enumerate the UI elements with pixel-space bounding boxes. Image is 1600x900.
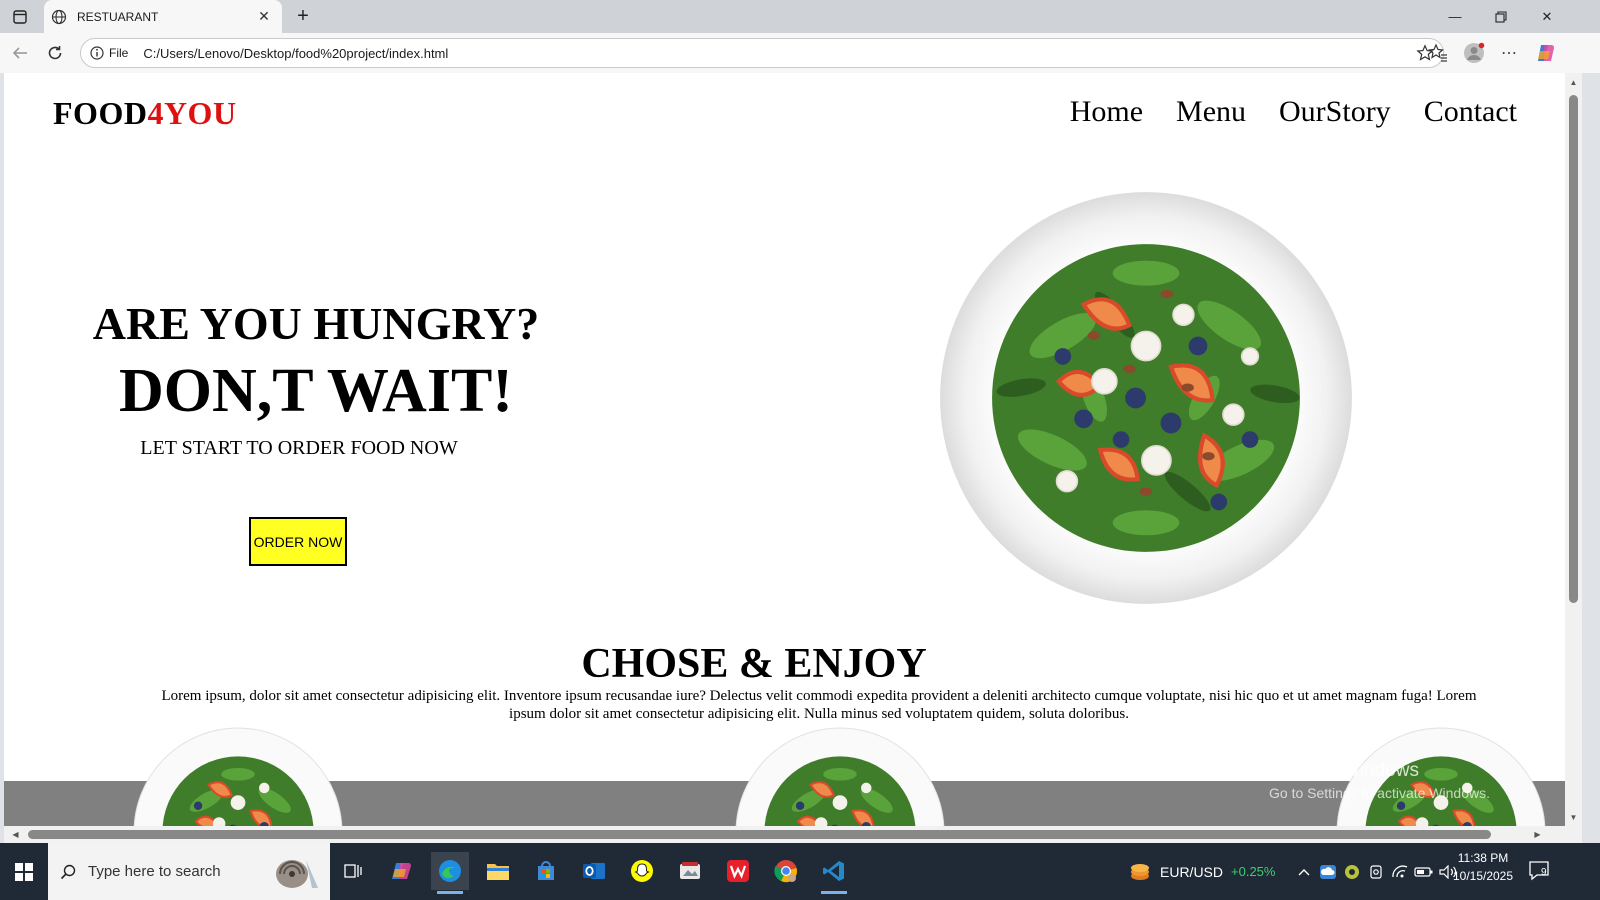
notification-count: 9 [1541, 867, 1547, 878]
hero-subheading: DON,T WAIT! [119, 357, 513, 425]
order-now-button[interactable]: ORDER NOW [249, 517, 347, 566]
photos-app-icon[interactable] [671, 852, 709, 890]
open-app-indicator [821, 891, 847, 894]
site-logo[interactable]: FOOD4YOU [53, 95, 237, 132]
vscode-icon[interactable] [815, 852, 853, 894]
hero-heading: ARE YOU HUNGRY? [92, 298, 540, 349]
address-url[interactable]: C:/Users/Lenovo/Desktop/food%20project/i… [143, 46, 1415, 61]
nav-contact[interactable]: Contact [1424, 95, 1517, 129]
tab-actions-icon[interactable] [9, 6, 31, 28]
active-app-indicator [437, 891, 463, 894]
taskbar-search[interactable]: Type here to search [48, 843, 330, 900]
favorites-icon[interactable] [1426, 41, 1450, 65]
section-text: Lorem ipsum, dolor sit amet consectetur … [161, 688, 1477, 722]
salad-plate-image [940, 192, 1352, 604]
notification-center-icon[interactable]: 9 [1524, 855, 1554, 885]
wifi-icon[interactable] [1388, 860, 1412, 884]
system-tray [1292, 843, 1460, 900]
activation-watermark-title: Activate Windows [1269, 760, 1419, 781]
new-tab-icon[interactable]: + [292, 5, 314, 27]
restore-icon[interactable] [1478, 0, 1524, 33]
activation-watermark-subtitle: Go to Settings to activate Windows. [1269, 785, 1490, 801]
vertical-scroll-thumb[interactable] [1569, 95, 1578, 603]
back-icon[interactable] [8, 41, 32, 65]
horizontal-scrollbar[interactable]: ◀ ▶ [4, 826, 1565, 843]
meet-now-icon[interactable] [1364, 860, 1388, 884]
scroll-right-icon[interactable]: ▶ [1532, 829, 1543, 840]
scroll-down-icon[interactable]: ▼ [1568, 812, 1579, 823]
ticker-pair: EUR/USD [1160, 863, 1224, 880]
snapchat-icon[interactable] [623, 852, 661, 890]
nav-menu[interactable]: Menu [1176, 95, 1246, 129]
hero-tagline: LET START TO ORDER FOOD NOW [140, 437, 458, 459]
globe-icon [51, 9, 67, 25]
currency-coins-icon [1131, 863, 1149, 880]
tab-title: RESTUARANT [77, 9, 159, 24]
battery-icon[interactable] [1412, 860, 1436, 884]
app-tray-icon[interactable] [1340, 860, 1364, 884]
search-highlight-image [276, 859, 318, 888]
vertical-scrollbar[interactable]: ▲ ▼ [1565, 73, 1582, 843]
taskbar-clock[interactable]: 11:38 PM 10/15/2025 [1452, 849, 1514, 885]
logo-accent: 4YOU [147, 95, 237, 131]
logo-main: FOOD [53, 95, 148, 131]
search-icon [60, 864, 76, 880]
close-tab-icon[interactable]: ✕ [256, 8, 272, 25]
onedrive-icon[interactable] [1316, 860, 1340, 884]
site-nav: Home Menu OurStory Contact [1037, 95, 1517, 129]
clock-time: 11:38 PM [1457, 851, 1509, 865]
browser-tab[interactable]: RESTUARANT ✕ [44, 0, 282, 33]
outlook-icon[interactable] [575, 852, 613, 890]
ticker-change: +0.25% [1231, 864, 1276, 879]
edge-browser-icon[interactable] [431, 852, 469, 894]
more-options-icon[interactable]: ⋯ [1497, 41, 1521, 65]
scroll-left-icon[interactable]: ◀ [10, 829, 21, 840]
close-window-icon[interactable]: ✕ [1524, 0, 1570, 33]
address-bar[interactable]: File C:/Users/Lenovo/Desktop/food%20proj… [80, 38, 1444, 68]
market-widget[interactable]: EUR/USD +0.25% [1128, 843, 1275, 900]
windows-start-icon[interactable] [0, 843, 47, 900]
scroll-up-icon[interactable]: ▲ [1568, 77, 1579, 88]
nav-ourstory[interactable]: OurStory [1279, 95, 1391, 129]
show-hidden-icons-icon[interactable] [1292, 860, 1316, 884]
wps-office-icon[interactable] [719, 852, 757, 890]
clock-date: 10/15/2025 [1452, 869, 1514, 883]
page-viewport: FOOD4YOU Home Menu OurStory Contact ARE … [4, 73, 1582, 843]
task-view-icon[interactable] [334, 852, 372, 890]
horizontal-scroll-thumb[interactable] [28, 830, 1491, 839]
profile-avatar[interactable] [1462, 41, 1486, 65]
taskbar: Type here to search EUR/USD +0.25% 11:38… [0, 843, 1600, 900]
search-placeholder: Type here to search [88, 863, 221, 880]
browser-toolbar: File C:/Users/Lenovo/Desktop/food%20proj… [0, 33, 1600, 73]
tab-bar: RESTUARANT ✕ + — ✕ [0, 0, 1600, 33]
chrome-icon[interactable] [767, 852, 805, 890]
nav-home[interactable]: Home [1070, 95, 1143, 129]
file-explorer-icon[interactable] [479, 852, 517, 890]
info-icon[interactable] [89, 46, 104, 61]
refresh-icon[interactable] [43, 41, 67, 65]
section-title: CHOSE & ENJOY [581, 641, 927, 687]
minimize-icon[interactable]: — [1432, 0, 1478, 33]
copilot-icon[interactable] [1534, 41, 1558, 65]
address-scheme: File [109, 46, 129, 60]
microsoft-store-icon[interactable] [527, 852, 565, 890]
copilot-app-icon[interactable] [383, 852, 421, 890]
